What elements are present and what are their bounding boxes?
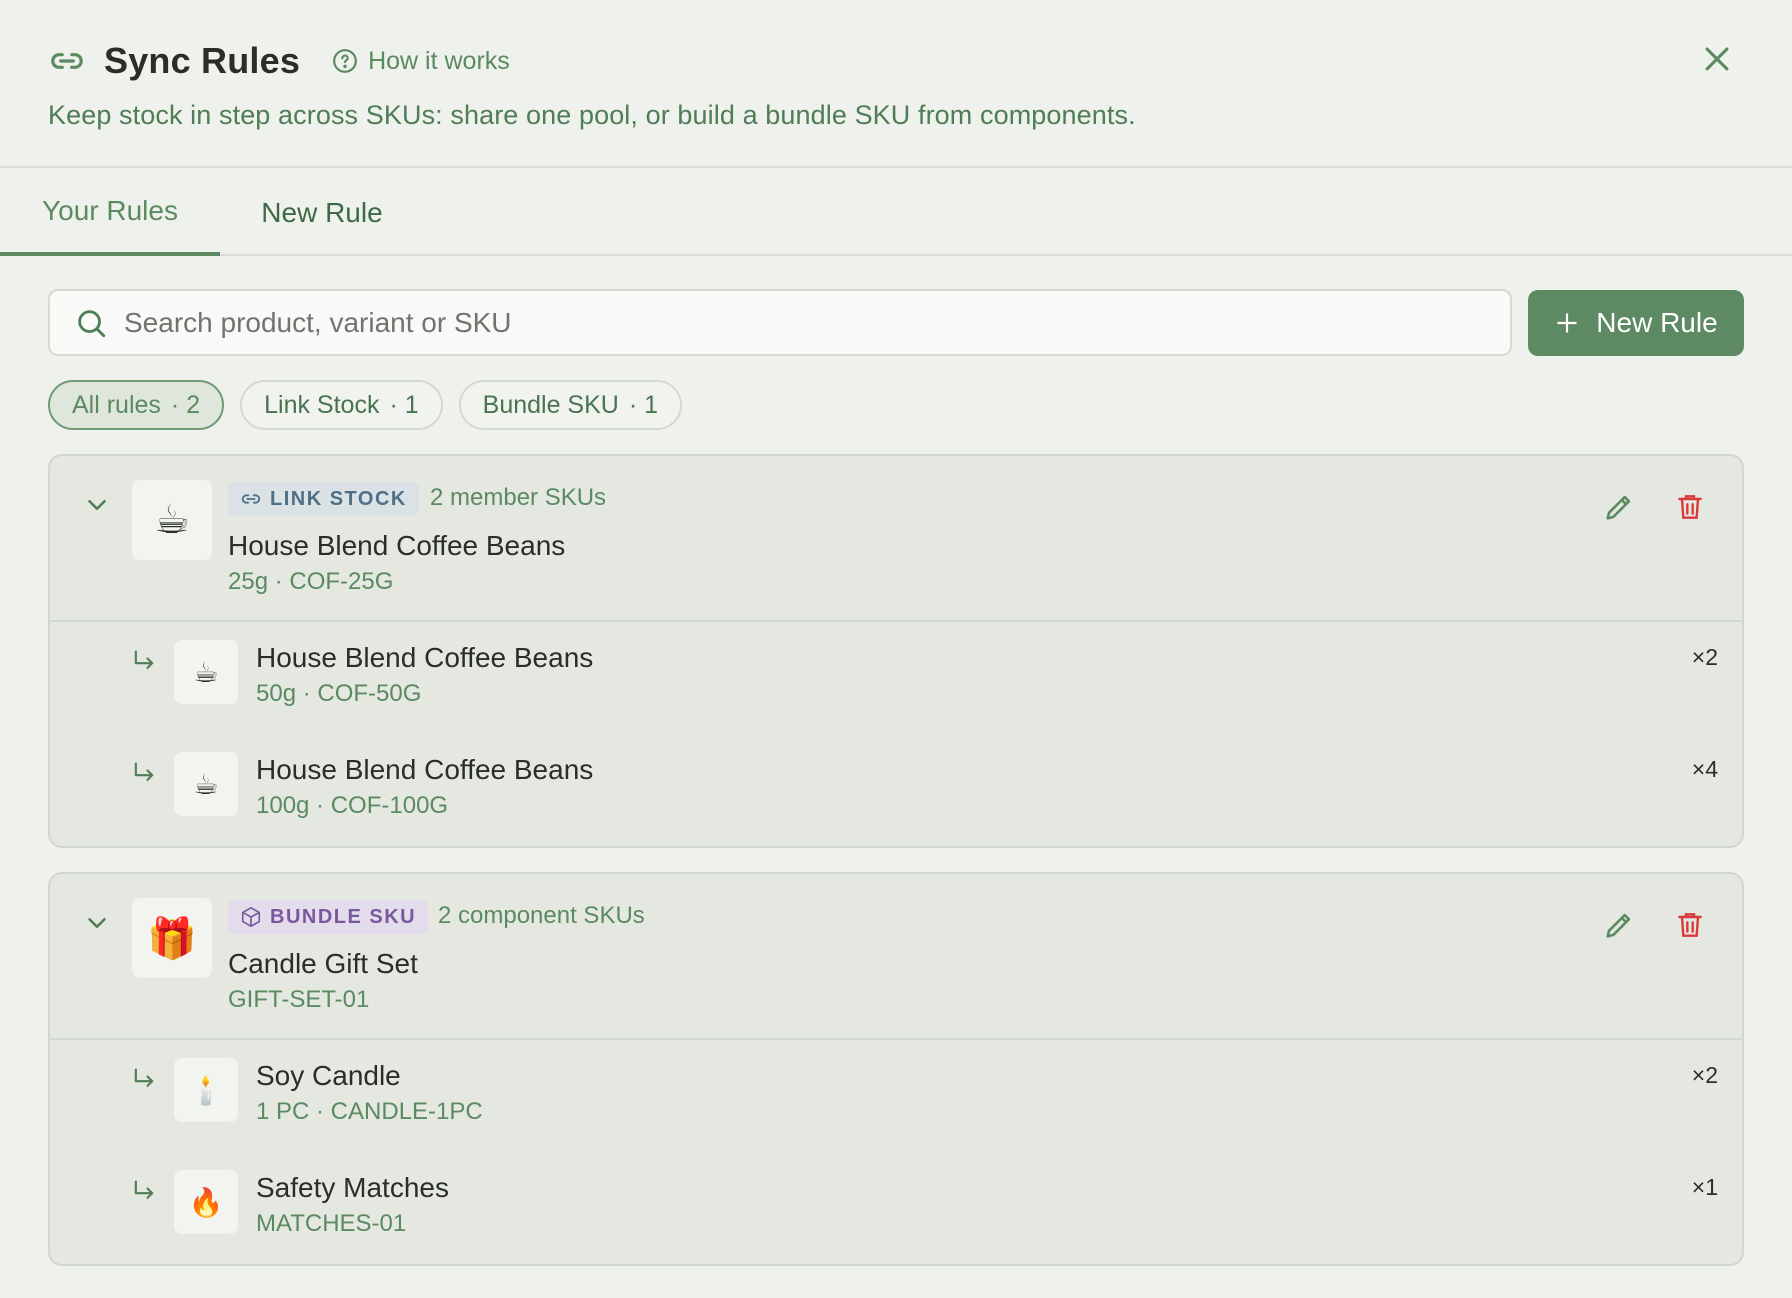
item-sku: MATCHES-01 <box>256 1210 407 1237</box>
link-icon <box>241 494 261 504</box>
product-sku: 25g · COF-25G <box>228 568 394 595</box>
filter-link-stock[interactable]: Link Stock · 1 <box>240 380 443 430</box>
filter-all-rules[interactable]: All rules · 2 <box>48 380 225 430</box>
item-sku: 100g · COF-100G <box>256 792 449 819</box>
product-name: House Blend Coffee Beans <box>228 530 566 561</box>
list-item: ☕ House Blend Coffee Beans 100g · COF-10… <box>50 734 1742 846</box>
sub-arrow-icon <box>134 1180 154 1199</box>
search-icon <box>78 309 106 337</box>
chevron-down-icon[interactable] <box>82 908 112 938</box>
plus-icon <box>1557 313 1578 333</box>
filter-label: All rules <box>72 390 161 419</box>
filter-label: Link Stock <box>264 390 380 419</box>
filter-count: · 1 <box>628 390 659 419</box>
filter-bundle-sku[interactable]: Bundle SKU · 1 <box>458 380 683 430</box>
link-icon <box>48 42 86 80</box>
rule-card-header: ☕ LINK STOCK 2 member SKUs House Blend C… <box>50 456 1742 622</box>
filter-count: · 1 <box>389 390 419 419</box>
product-sku: GIFT-SET-01 <box>228 986 370 1013</box>
product-thumbnail: 🔥 <box>174 1170 238 1234</box>
item-name: Safety Matches <box>256 1172 449 1203</box>
item-sku: 50g · COF-50G <box>256 680 422 707</box>
trash-icon <box>1678 913 1702 937</box>
item-quantity: ×4 <box>1691 756 1718 782</box>
delete-rule-button[interactable] <box>1674 490 1706 524</box>
product-thumbnail: ☕ <box>174 752 238 816</box>
rule-card: ☕ LINK STOCK 2 member SKUs House Blend C… <box>48 454 1744 848</box>
title-row: Sync Rules How it works <box>48 38 510 84</box>
filter-label: Bundle SKU <box>482 390 619 419</box>
box-icon <box>241 907 261 927</box>
close-button[interactable] <box>1700 42 1734 76</box>
product-thumbnail: 🎁 <box>132 898 212 978</box>
sub-arrow-icon <box>134 650 154 669</box>
item-sku: 1 PC · CANDLE-1PC <box>256 1098 483 1125</box>
help-icon <box>333 49 358 73</box>
search-box <box>48 289 1512 356</box>
product-thumbnail: ☕ <box>132 480 212 560</box>
close-icon <box>1705 47 1729 71</box>
tab-bar: Your Rules New Rule <box>0 170 1792 256</box>
item-name: House Blend Coffee Beans <box>256 754 594 785</box>
rule-type-badge: BUNDLE SKU <box>228 900 429 934</box>
item-quantity: ×2 <box>1691 644 1718 670</box>
rule-member-count: 2 member SKUs <box>430 484 607 511</box>
search-input[interactable] <box>124 306 1424 339</box>
filter-count: · 2 <box>170 390 201 419</box>
tab-your-rules[interactable]: Your Rules <box>0 170 220 256</box>
filter-chips: All rules · 2 Link Stock · 1 Bundle SKU … <box>48 380 698 430</box>
new-rule-button[interactable]: New Rule <box>1528 290 1744 356</box>
dialog-header: Sync Rules How it works Keep stock in st… <box>0 0 1792 168</box>
list-item: ☕ House Blend Coffee Beans 50g · COF-50G… <box>50 622 1742 734</box>
rule-type-badge: LINK STOCK <box>228 482 419 516</box>
list-item: 🕯️ Soy Candle 1 PC · CANDLE-1PC ×2 <box>50 1040 1742 1152</box>
trash-icon <box>1678 495 1702 519</box>
item-quantity: ×1 <box>1691 1174 1718 1200</box>
rule-type-label: BUNDLE SKU <box>270 905 417 928</box>
item-name: House Blend Coffee Beans <box>256 642 594 673</box>
page-title: Sync Rules <box>104 40 301 81</box>
product-thumbnail: ☕ <box>174 640 238 704</box>
product-thumbnail: 🕯️ <box>174 1058 238 1122</box>
sub-arrow-icon <box>134 1068 154 1087</box>
how-it-works-label: How it works <box>368 46 510 75</box>
tab-new-rule[interactable]: New Rule <box>244 170 400 256</box>
how-it-works-link[interactable]: How it works <box>332 47 510 76</box>
pencil-icon <box>1606 495 1631 520</box>
rule-component-count: 2 component SKUs <box>438 902 645 929</box>
rule-card-header: 🎁 BUNDLE SKU 2 component SKUs Candle Gif… <box>50 874 1742 1040</box>
edit-rule-button[interactable] <box>1602 490 1636 524</box>
chevron-down-icon[interactable] <box>82 490 112 520</box>
list-item: 🔥 Safety Matches MATCHES-01 ×1 <box>50 1152 1742 1264</box>
product-name: Candle Gift Set <box>228 948 418 979</box>
sub-arrow-icon <box>134 762 154 781</box>
page-subtitle: Keep stock in step across SKUs: share on… <box>48 100 1136 130</box>
rule-type-label: LINK STOCK <box>270 487 407 510</box>
new-rule-label: New Rule <box>1596 307 1718 338</box>
pencil-icon <box>1606 913 1631 938</box>
delete-rule-button[interactable] <box>1674 908 1706 942</box>
item-name: Soy Candle <box>256 1060 401 1091</box>
edit-rule-button[interactable] <box>1602 908 1636 942</box>
rule-card: 🎁 BUNDLE SKU 2 component SKUs Candle Gif… <box>48 872 1744 1266</box>
item-quantity: ×2 <box>1691 1062 1718 1088</box>
